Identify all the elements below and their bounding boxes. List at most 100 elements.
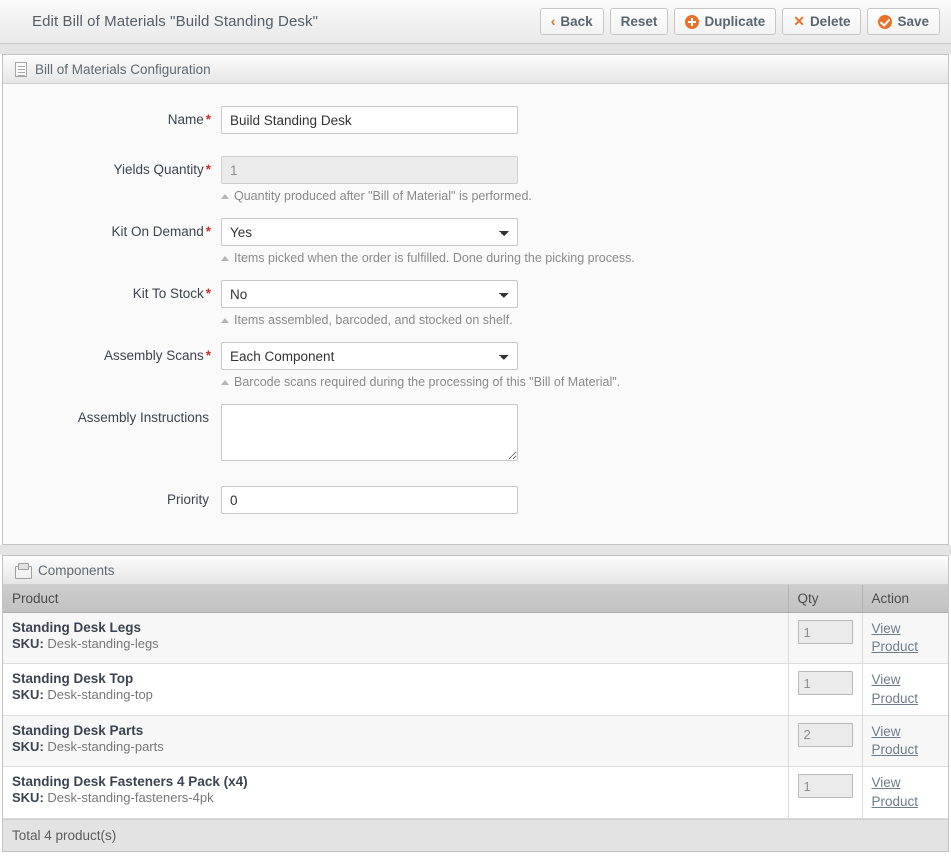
back-button[interactable]: ‹ Back xyxy=(539,8,604,35)
save-button-label: Save xyxy=(897,14,929,29)
field-row-kit-on-demand: Kit On Demand * Yes Items picked when the… xyxy=(3,218,948,265)
assembly-scans-hint: Barcode scans required during the proces… xyxy=(221,370,620,389)
column-header-action: Action xyxy=(862,585,948,613)
qty-input xyxy=(797,620,853,644)
field-row-name: Name * xyxy=(3,106,948,134)
toolbar: ‹ Back Reset Duplicate ✕ Delete Save xyxy=(539,8,945,35)
kit-to-stock-hint-text: Items assembled, barcoded, and stocked o… xyxy=(234,313,513,327)
priority-input[interactable] xyxy=(221,486,518,514)
product-sku: SKU: Desk-standing-parts xyxy=(12,739,779,754)
assembly-instructions-label-text: Assembly Instructions xyxy=(77,410,209,425)
yields-quantity-input xyxy=(221,156,518,184)
assembly-instructions-label: Assembly Instructions xyxy=(3,404,221,425)
assembly-scans-label-text: Assembly Scans xyxy=(103,348,204,363)
product-name: Standing Desk Top xyxy=(12,671,134,687)
yields-quantity-control: Quantity produced after "Bill of Materia… xyxy=(221,156,532,203)
qty-input xyxy=(797,774,853,799)
delete-button-label: Delete xyxy=(809,14,851,29)
box-icon xyxy=(15,563,32,579)
yields-quantity-label: Yields Quantity * xyxy=(3,156,221,177)
view-product-link[interactable]: View Product xyxy=(872,671,920,707)
x-icon: ✕ xyxy=(793,12,805,29)
product-name: Standing Desk Fasteners 4 Pack (x4) xyxy=(12,774,248,790)
assembly-scans-select[interactable]: Each Component xyxy=(221,342,518,370)
field-row-priority: Priority xyxy=(3,486,948,514)
qty-input xyxy=(797,722,853,747)
caret-up-icon xyxy=(221,256,229,261)
bom-configuration-body: Name* Yields Quantity* Quantity produced… xyxy=(3,84,948,544)
yields-quantity-label-text: Yields Quantity xyxy=(113,162,204,177)
field-row-assembly-scans: Assembly Scans * Each Component Barcode s… xyxy=(3,342,948,389)
kit-on-demand-label-text: Kit On Demand xyxy=(111,224,204,239)
components-table-head: Product Qty Action xyxy=(3,585,948,613)
yields-quantity-hint-text: Quantity produced after "Bill of Materia… xyxy=(234,189,532,203)
table-header-row: Product Qty Action xyxy=(3,585,948,613)
priority-label-text: Priority xyxy=(166,492,209,507)
caret-up-icon xyxy=(221,318,229,323)
table-row: Standing Desk Top SKU: Desk-standing-top… xyxy=(3,663,948,716)
kit-on-demand-required-marker: * xyxy=(205,224,211,239)
product-sku: SKU: Desk-standing-top xyxy=(12,687,779,702)
components-table: Product Qty Action Standing Desk Legs SK… xyxy=(3,585,948,819)
circle-check-icon xyxy=(878,14,893,29)
back-button-label: Back xyxy=(560,14,593,29)
action-cell: View Product xyxy=(862,663,948,716)
components-table-body: Standing Desk Legs SKU: Desk-standing-le… xyxy=(3,612,948,819)
name-required-marker: * xyxy=(205,112,211,127)
view-product-link[interactable]: View Product xyxy=(872,774,920,810)
kit-on-demand-select[interactable]: Yes xyxy=(221,218,518,246)
action-cell: View Product xyxy=(862,766,948,819)
view-product-link[interactable]: View Product xyxy=(872,723,920,759)
assembly-scans-hint-text: Barcode scans required during the proces… xyxy=(234,375,621,389)
sku-value: Desk-standing-legs xyxy=(47,636,159,651)
components-header: Components xyxy=(3,556,948,585)
priority-control xyxy=(221,486,518,514)
components-total-footer: Total 4 product(s) xyxy=(3,818,948,851)
kit-on-demand-control: Yes Items picked when the order is fulfi… xyxy=(221,218,635,265)
sku-label: SKU: xyxy=(12,790,44,806)
yields-quantity-hint: Quantity produced after "Bill of Materia… xyxy=(221,184,532,203)
name-control xyxy=(221,106,518,134)
kit-on-demand-hint: Items picked when the order is fulfilled… xyxy=(221,246,635,265)
name-input[interactable] xyxy=(221,106,518,134)
kit-on-demand-label: Kit On Demand * xyxy=(3,218,221,239)
delete-button[interactable]: ✕ Delete xyxy=(782,8,862,35)
top-spacer xyxy=(0,44,951,54)
product-sku: SKU: Desk-standing-legs xyxy=(12,636,779,651)
product-cell: Standing Desk Legs SKU: Desk-standing-le… xyxy=(3,612,789,665)
product-name: Standing Desk Parts xyxy=(12,722,144,738)
caret-up-icon xyxy=(221,194,229,199)
field-row-yields-quantity: Yields Quantity* Quantity produced after… xyxy=(3,156,948,203)
kit-to-stock-label: Kit To Stock * xyxy=(3,280,221,301)
qty-input xyxy=(797,671,853,696)
kit-on-demand-hint-text: Items picked when the order is fulfilled… xyxy=(234,251,635,265)
kit-to-stock-select[interactable]: No xyxy=(221,280,518,308)
duplicate-button[interactable]: Duplicate xyxy=(674,8,777,35)
components-title: Components xyxy=(38,562,115,578)
reset-button[interactable]: Reset xyxy=(609,8,669,35)
chevron-left-icon: ‹ xyxy=(550,12,556,29)
qty-cell xyxy=(788,715,863,768)
kit-to-stock-required-marker: * xyxy=(205,286,211,301)
column-header-product: Product xyxy=(3,585,789,613)
sku-label: SKU: xyxy=(12,687,44,703)
sku-value: Desk-standing-top xyxy=(47,687,153,703)
assembly-instructions-textarea[interactable] xyxy=(221,404,518,461)
yields-quantity-required-marker: * xyxy=(205,162,211,177)
product-name: Standing Desk Legs xyxy=(12,620,142,635)
sku-value: Desk-standing-parts xyxy=(47,738,164,754)
table-row: Standing Desk Legs SKU: Desk-standing-le… xyxy=(3,612,948,665)
kit-to-stock-label-text: Kit To Stock xyxy=(132,286,204,301)
save-button[interactable]: Save xyxy=(867,8,940,35)
caret-up-icon xyxy=(221,380,229,385)
page-content: Bill of Materials Configuration Name* Yi… xyxy=(0,44,951,852)
view-product-link[interactable]: View Product xyxy=(872,620,920,656)
column-header-qty: Qty xyxy=(788,585,863,613)
assembly-scans-label: Assembly Scans * xyxy=(3,342,221,363)
qty-cell xyxy=(788,766,863,819)
